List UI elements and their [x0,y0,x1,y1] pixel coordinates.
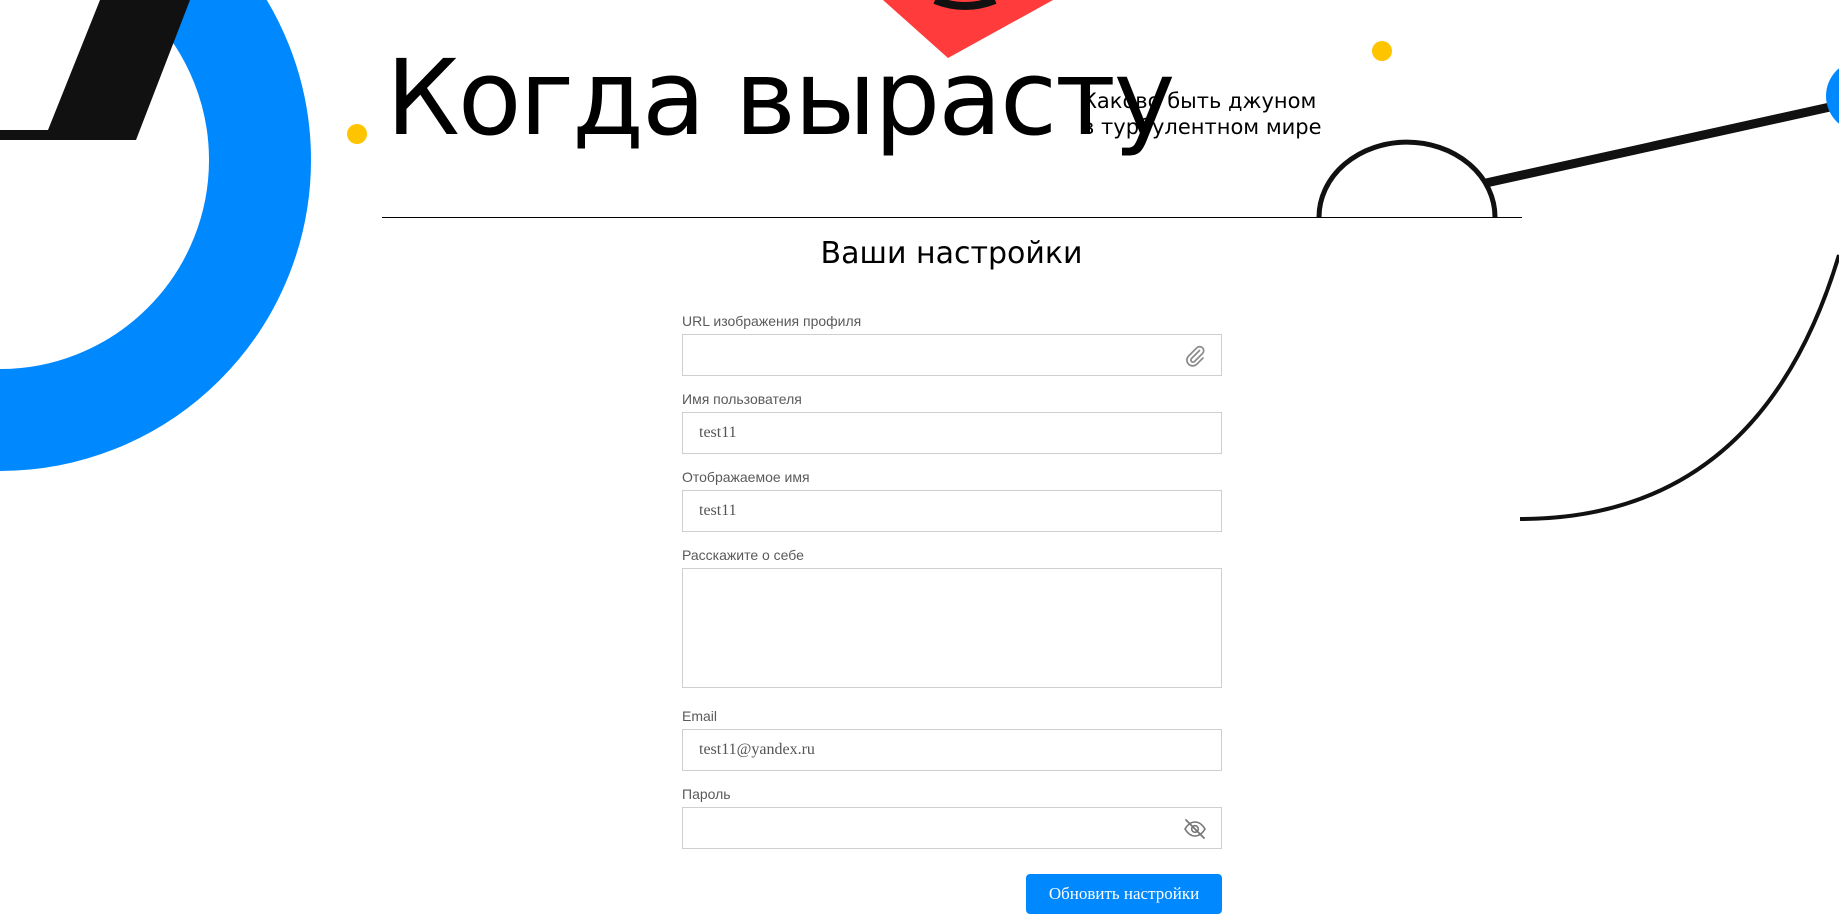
password-input[interactable] [683,808,1221,848]
about-field: Расскажите о себе [682,546,1222,688]
site-subtitle-line-1: Каково быть джуном [1082,89,1317,113]
username-label: Имя пользователя [682,391,802,407]
email-label: Email [682,708,718,724]
about-textarea[interactable] [683,569,1221,687]
display-name-input[interactable] [683,491,1221,531]
site-subtitle: Каково быть джуном в турбулентном мире [1082,88,1342,140]
image-url-field: URL изображения профиля [682,312,1222,376]
black-arc-top [933,0,997,10]
yellow-dot-right [1372,41,1392,61]
image-url-input[interactable] [683,335,1221,375]
email-input[interactable] [683,730,1221,770]
settings-page: Когда вырасту Каково быть джуном в турбу… [0,0,1839,915]
password-field: Пароль [682,785,1222,849]
header-divider [382,217,1522,218]
display-name-label: Отображаемое имя [682,469,810,485]
email-field: Email [682,707,1222,771]
image-url-label: URL изображения профиля [682,313,862,329]
eye-off-icon[interactable] [1183,817,1207,841]
black-arc-right [1519,254,1839,521]
blue-ring-decor [0,0,311,471]
password-label: Пароль [682,786,731,802]
update-settings-button[interactable]: Обновить настройки [1026,874,1222,914]
username-input-box [682,412,1222,454]
yellow-dot-left [347,124,367,144]
site-subtitle-line-2: в турбулентном мире [1082,115,1322,139]
site-title: Когда вырасту [386,37,1175,159]
password-input-box [682,807,1222,849]
black-slash-decor [0,0,190,140]
email-input-box [682,729,1222,771]
black-line-decor [1485,100,1839,188]
display-name-field: Отображаемое имя [682,468,1222,532]
black-semicircle-decor [1316,139,1498,218]
page-title: Ваши настройки [820,236,1083,271]
username-field: Имя пользователя [682,390,1222,454]
about-label: Расскажите о себе [682,547,804,563]
blue-dot-right [1826,68,1839,124]
about-input-box [682,568,1222,688]
username-input[interactable] [683,413,1221,453]
paperclip-icon[interactable] [1183,344,1207,368]
display-name-input-box [682,490,1222,532]
image-url-input-box [682,334,1222,376]
